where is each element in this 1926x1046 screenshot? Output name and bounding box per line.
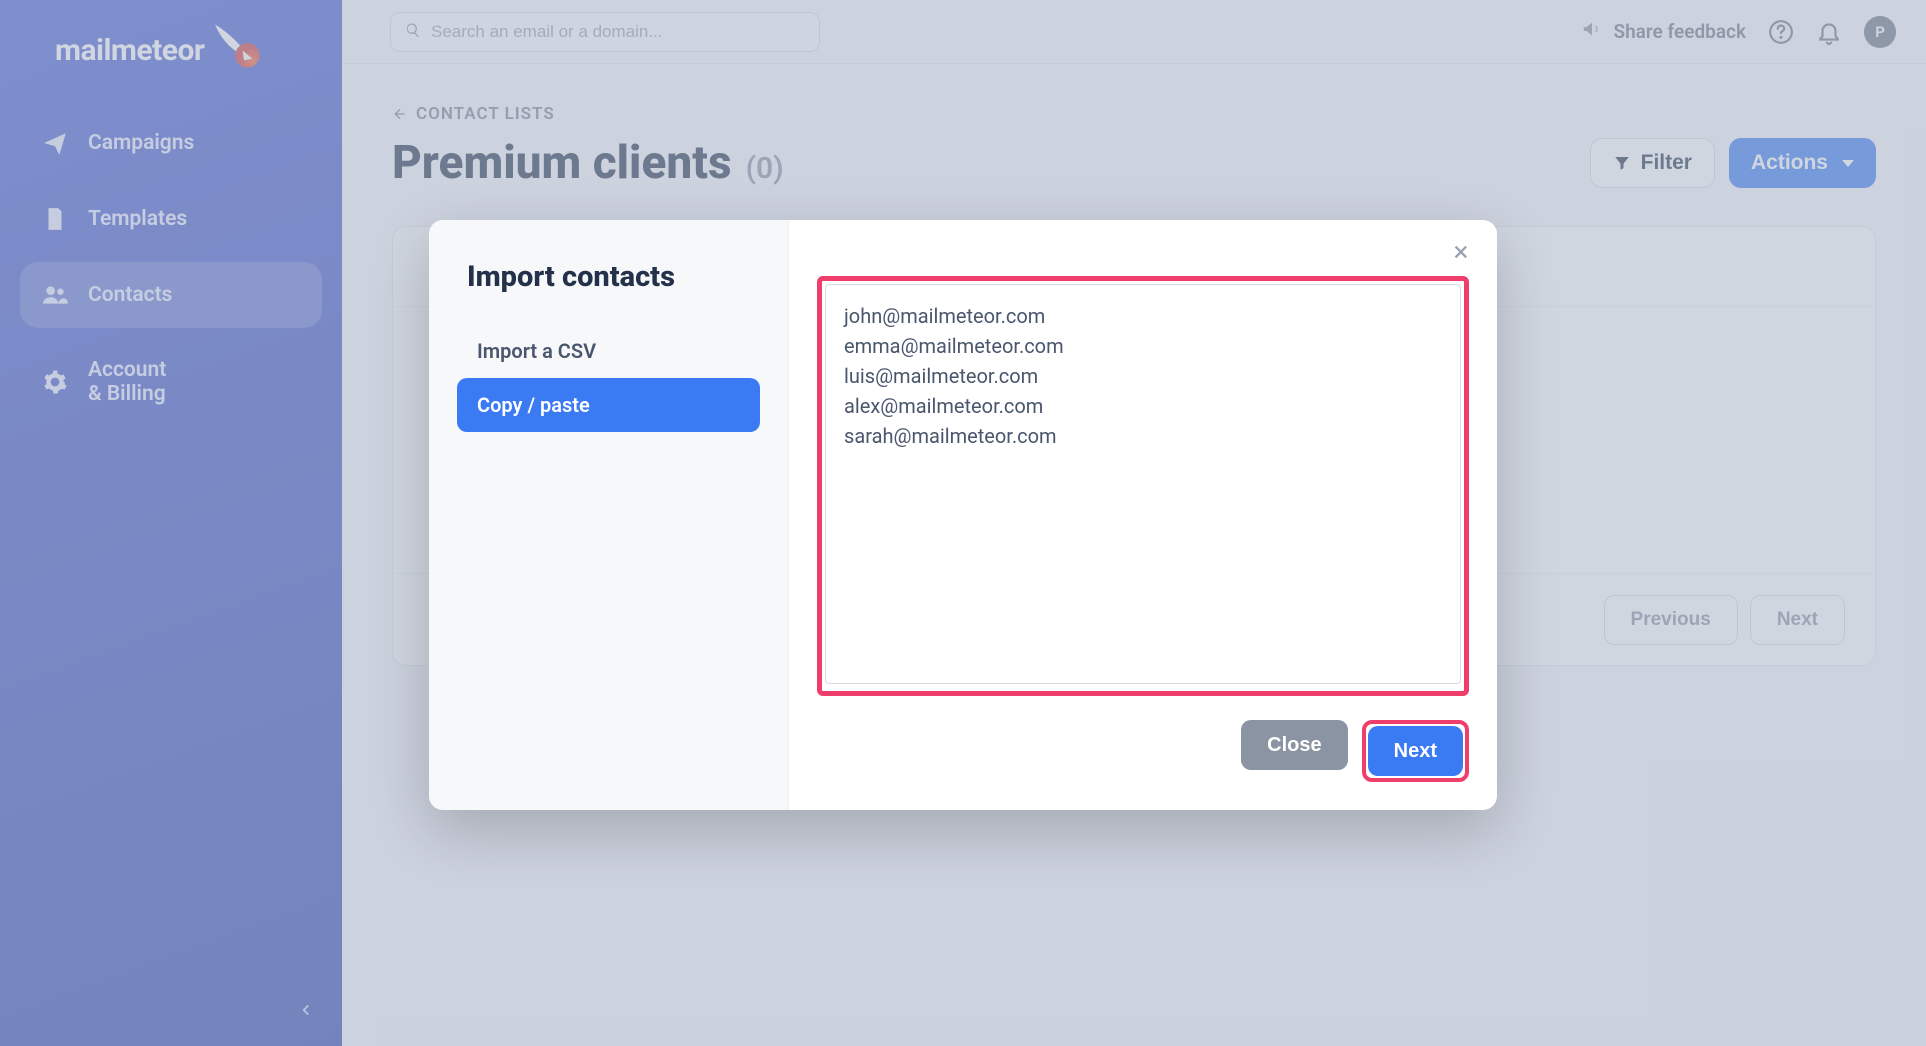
- modal-overlay: Import contacts Import a CSV Copy / past…: [0, 0, 1926, 1046]
- close-icon[interactable]: ×: [1447, 238, 1475, 266]
- next-button-highlight: Next: [1362, 720, 1469, 782]
- modal-sidebar: Import contacts Import a CSV Copy / past…: [429, 220, 789, 810]
- modal-title: Import contacts: [457, 260, 760, 294]
- modal-next-button[interactable]: Next: [1368, 726, 1463, 776]
- modal-close-button[interactable]: Close: [1241, 720, 1347, 770]
- tab-import-csv[interactable]: Import a CSV: [457, 324, 760, 378]
- textarea-highlight: [817, 276, 1469, 696]
- tab-copy-paste[interactable]: Copy / paste: [457, 378, 760, 432]
- modal-body: × Close Next: [789, 220, 1497, 810]
- paste-textarea[interactable]: [825, 284, 1461, 684]
- import-contacts-modal: Import contacts Import a CSV Copy / past…: [429, 220, 1497, 810]
